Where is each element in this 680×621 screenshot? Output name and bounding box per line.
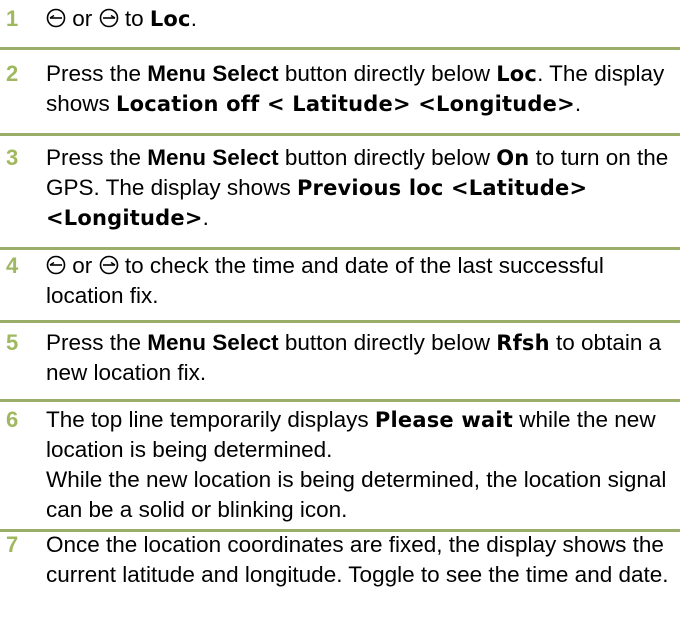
step-number: 5 [6, 330, 19, 355]
step-number: 6 [6, 407, 19, 432]
step-number: 7 [6, 532, 19, 557]
step-text: button directly below [278, 145, 497, 170]
step-number: 3 [6, 145, 19, 170]
display-text: Please wait [374, 408, 513, 432]
step-divider [0, 247, 680, 250]
scroll-left-icon [46, 8, 66, 28]
step-6: 6 The top line temporarily displays Plea… [0, 405, 680, 525]
or-text: or [72, 6, 93, 31]
display-text: Loc [496, 62, 538, 86]
step-text: Press the [46, 145, 148, 170]
step-5: 5 Press the Menu Select button directly … [0, 328, 680, 388]
step-divider [0, 133, 680, 136]
scroll-right-icon [99, 255, 119, 275]
step-text: Once the location coordinates are fixed,… [46, 532, 669, 587]
step-number: 1 [6, 6, 19, 31]
step-3: 3 Press the Menu Select button directly … [0, 143, 680, 233]
step-text: . [202, 205, 209, 230]
step-divider [0, 47, 680, 50]
step-number: 2 [6, 61, 19, 86]
step-text: button directly below [278, 61, 497, 86]
step-text: The top line temporarily displays [46, 407, 375, 432]
display-loc: Loc [149, 7, 191, 31]
scroll-right-icon [99, 8, 119, 28]
step-end: . [190, 6, 197, 31]
menu-select-label: Menu Select [147, 330, 279, 355]
display-text: Location off < Latitude> <Longitude> [116, 92, 575, 116]
step-text: to check the time and date of the last s… [46, 253, 604, 308]
to-text: to [124, 6, 144, 31]
step-7: 7 Once the location coordinates are fixe… [0, 530, 680, 590]
step-2: 2 Press the Menu Select button directly … [0, 59, 680, 119]
step-text: Press the [46, 61, 148, 86]
menu-select-label: Menu Select [147, 61, 279, 86]
step-4: 4 or to check the time and date of the l… [0, 251, 680, 311]
step-divider [0, 399, 680, 402]
step-number: 4 [6, 253, 19, 278]
menu-select-label: Menu Select [147, 145, 279, 170]
step-divider [0, 320, 680, 323]
step-text: button directly below [278, 330, 497, 355]
step-1: 1 or to Loc. [0, 4, 680, 34]
display-text: On [496, 146, 530, 170]
or-text: or [72, 253, 93, 278]
step-text: . [574, 91, 582, 116]
scroll-left-icon [46, 255, 66, 275]
display-text: Rfsh [496, 331, 550, 355]
step-text: Press the [46, 330, 148, 355]
step-text: While the new location is being determin… [46, 467, 667, 522]
